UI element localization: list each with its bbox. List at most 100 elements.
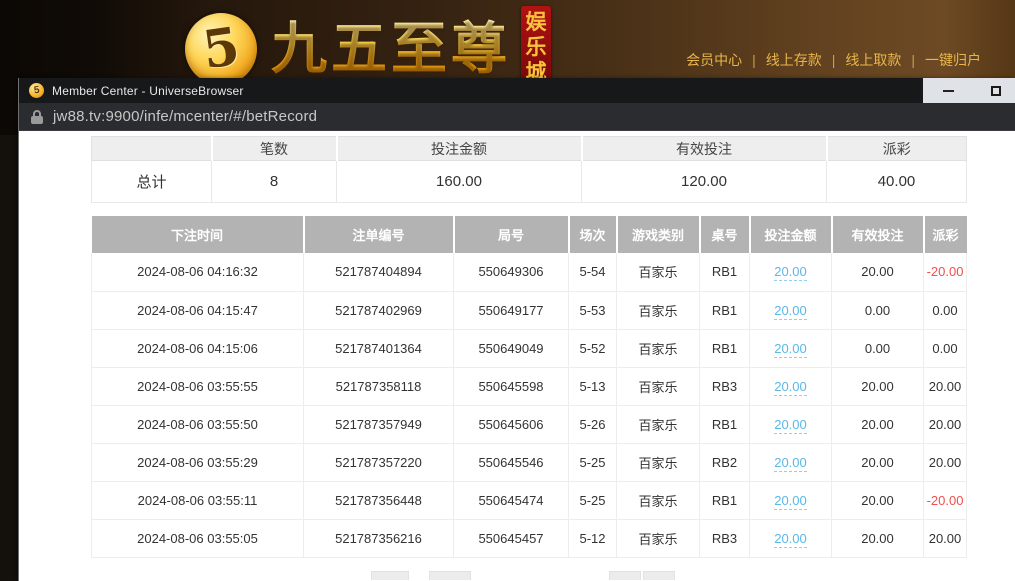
summary-total-label: 总计: [92, 161, 212, 203]
cell-payout: 0.00: [924, 329, 967, 367]
bet-amount-link[interactable]: 20.00: [774, 531, 807, 548]
cell-time: 2024-08-06 04:15:06: [92, 329, 304, 367]
cell-game: 百家乐: [617, 481, 700, 519]
cell-bet: 20.00: [750, 443, 832, 481]
table-row: 2024-08-06 03:55:11521787356448550645474…: [92, 481, 967, 519]
logo-banner-char: 乐: [526, 35, 547, 60]
header-bet-time: 下注时间: [92, 216, 304, 253]
cell-bet_id: 521787356448: [304, 481, 454, 519]
cell-valid: 0.00: [832, 291, 924, 329]
cell-valid: 20.00: [832, 481, 924, 519]
nav-one-key-transfer[interactable]: 一键归户: [915, 50, 991, 70]
cell-game: 百家乐: [617, 291, 700, 329]
cell-table: RB1: [700, 329, 750, 367]
pagination-button-partial[interactable]: [643, 571, 675, 580]
cell-bet_id: 521787358118: [304, 367, 454, 405]
pagination-button-partial[interactable]: [371, 571, 409, 580]
bet-record-table: 下注时间 注单编号 局号 场次 游戏类别 桌号 投注金额 有效投注 派彩 202…: [91, 216, 967, 558]
browser-window: 5 Member Center - UniverseBrowser jw88.t…: [18, 78, 1015, 581]
bet-amount-link[interactable]: 20.00: [774, 379, 807, 396]
summary-total-payout: 40.00: [827, 161, 967, 203]
bet-amount-link[interactable]: 20.00: [774, 264, 807, 281]
pagination-bar: [19, 570, 1015, 580]
table-row: 2024-08-06 03:55:29521787357220550645546…: [92, 443, 967, 481]
table-row: 2024-08-06 03:55:05521787356216550645457…: [92, 519, 967, 557]
nav-online-deposit[interactable]: 线上存款: [756, 50, 832, 70]
cell-session: 5-54: [569, 253, 617, 291]
summary-header-count: 笔数: [212, 137, 337, 161]
pagination-button-partial[interactable]: [429, 571, 471, 580]
cell-session: 5-52: [569, 329, 617, 367]
summary-header-blank: [92, 137, 212, 161]
bet-amount-link[interactable]: 20.00: [774, 303, 807, 320]
cell-bet: 20.00: [750, 405, 832, 443]
cell-game: 百家乐: [617, 519, 700, 557]
table-row: 2024-08-06 04:16:32521787404894550649306…: [92, 253, 967, 291]
cell-round_id: 550645474: [454, 481, 569, 519]
cell-bet_id: 521787356216: [304, 519, 454, 557]
cell-game: 百家乐: [617, 329, 700, 367]
cell-game: 百家乐: [617, 253, 700, 291]
cell-time: 2024-08-06 03:55:11: [92, 481, 304, 519]
maximize-icon: [991, 86, 1001, 96]
cell-round_id: 550649306: [454, 253, 569, 291]
bet-amount-link[interactable]: 20.00: [774, 493, 807, 510]
cell-bet_id: 521787404894: [304, 253, 454, 291]
cell-time: 2024-08-06 03:55:29: [92, 443, 304, 481]
bet-amount-link[interactable]: 20.00: [774, 455, 807, 472]
cell-session: 5-25: [569, 443, 617, 481]
header-session: 场次: [569, 216, 617, 253]
address-bar[interactable]: jw88.tv:9900/infe/mcenter/#/betRecord: [19, 103, 1015, 131]
pagination-button-partial[interactable]: [609, 571, 641, 580]
summary-total-count: 8: [212, 161, 337, 203]
window-controls: [923, 78, 1015, 103]
nav-member-center[interactable]: 会员中心: [676, 50, 752, 70]
cell-round_id: 550649177: [454, 291, 569, 329]
table-row: 2024-08-06 03:55:55521787358118550645598…: [92, 367, 967, 405]
cell-payout: 0.00: [924, 291, 967, 329]
cell-payout: -20.00: [924, 253, 967, 291]
cell-round_id: 550645546: [454, 443, 569, 481]
logo-banner-char: 娱: [526, 10, 547, 35]
cell-round_id: 550645606: [454, 405, 569, 443]
cell-bet: 20.00: [750, 253, 832, 291]
cell-payout: 20.00: [924, 519, 967, 557]
logo-coin-icon: 5: [185, 13, 257, 85]
cell-time: 2024-08-06 03:55:55: [92, 367, 304, 405]
summary-header-bet-amount: 投注金额: [337, 137, 582, 161]
bet-amount-link[interactable]: 20.00: [774, 417, 807, 434]
maximize-button[interactable]: [985, 78, 1007, 103]
bet-table-body: 2024-08-06 04:16:32521787404894550649306…: [92, 253, 967, 557]
cell-valid: 20.00: [832, 253, 924, 291]
cell-table: RB1: [700, 291, 750, 329]
cell-session: 5-12: [569, 519, 617, 557]
cell-table: RB3: [700, 367, 750, 405]
lock-icon: [31, 110, 43, 124]
url-text[interactable]: jw88.tv:9900/infe/mcenter/#/betRecord: [53, 108, 317, 125]
window-title: Member Center - UniverseBrowser: [52, 84, 244, 98]
nav-online-withdraw[interactable]: 线上取款: [835, 50, 911, 70]
table-row: 2024-08-06 03:55:50521787357949550645606…: [92, 405, 967, 443]
cell-time: 2024-08-06 03:55:50: [92, 405, 304, 443]
cell-bet: 20.00: [750, 519, 832, 557]
minimize-button[interactable]: [937, 78, 959, 103]
logo-emblem: 5: [199, 16, 243, 81]
bet-amount-link[interactable]: 20.00: [774, 341, 807, 358]
cell-session: 5-13: [569, 367, 617, 405]
cell-bet_id: 521787401364: [304, 329, 454, 367]
cell-valid: 0.00: [832, 329, 924, 367]
cell-bet: 20.00: [750, 481, 832, 519]
header-game-type: 游戏类别: [617, 216, 700, 253]
page-content: 笔数 投注金额 有效投注 派彩 总计 8 160.00 120.00 40.00: [19, 131, 1015, 580]
cell-session: 5-25: [569, 481, 617, 519]
cell-bet: 20.00: [750, 291, 832, 329]
top-nav: 会员中心 | 线上存款 | 线上取款 | 一键归户: [676, 50, 991, 70]
summary-total-valid-bet: 120.00: [582, 161, 827, 203]
table-row: 2024-08-06 04:15:06521787401364550649049…: [92, 329, 967, 367]
logo-title: 九五至尊: [271, 14, 511, 84]
header-table-no: 桌号: [700, 216, 750, 253]
cell-round_id: 550645457: [454, 519, 569, 557]
cell-bet_id: 521787357949: [304, 405, 454, 443]
cell-bet: 20.00: [750, 329, 832, 367]
cell-bet_id: 521787402969: [304, 291, 454, 329]
